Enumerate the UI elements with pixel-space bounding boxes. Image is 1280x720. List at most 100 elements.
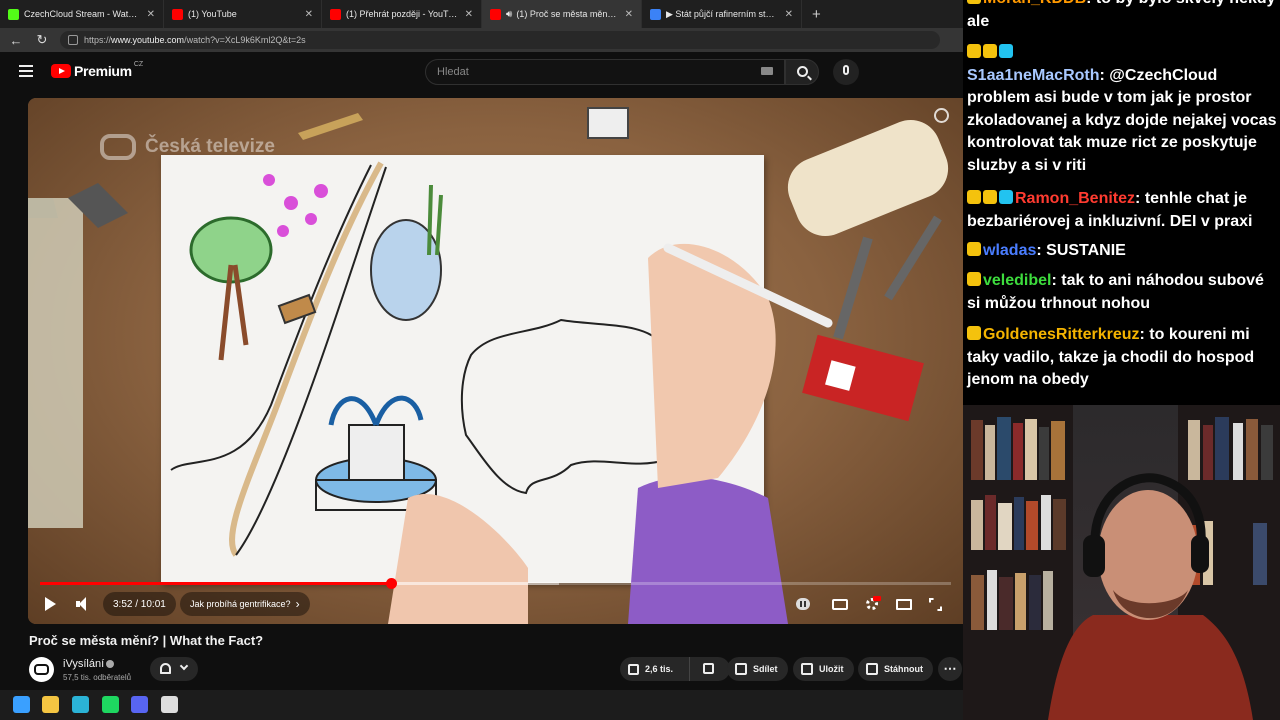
country-code: CZ [133, 60, 144, 68]
chapter-title: Jak probíhá gentrifikace? [190, 599, 291, 609]
tab-current-video[interactable]: 🔊︎ (1) Proč se města mění? | Wha ✕ [482, 0, 642, 28]
tab-close-icon[interactable]: ✕ [785, 9, 793, 20]
scrubber-handle[interactable] [385, 578, 397, 589]
tab-title: (1) Přehrát později - YouTube [346, 9, 459, 19]
tab-title: CzechCloud Stream - Watch Live o [24, 9, 141, 19]
search-button[interactable] [785, 59, 819, 85]
address-toolbar: ← ↻ https://www.youtube.com/watch?v=XcL9… [0, 28, 963, 52]
tab-title: (1) YouTube [188, 9, 237, 19]
video-player[interactable]: Česká televize 3:52 / 10:01 Jak probíhá … [28, 98, 963, 624]
edge-browser-icon[interactable] [72, 696, 89, 713]
chat-badge-icon [999, 44, 1013, 58]
more-actions-button[interactable]: ⋯ [938, 657, 962, 681]
bell-icon [160, 663, 171, 674]
youtube-premium-logo[interactable]: Premium CZ [51, 60, 144, 79]
chat-badge-icon [967, 326, 981, 340]
share-button[interactable]: Sdílet [727, 657, 788, 681]
chat-message: Moran_KDDB: to by bylo skvělý někdy ale [967, 0, 1277, 33]
verified-icon [106, 660, 114, 668]
badge-row [967, 42, 1277, 65]
tab-watch-later[interactable]: (1) Přehrát později - YouTube ✕ [322, 0, 482, 28]
tab-youtube[interactable]: (1) YouTube ✕ [164, 0, 322, 28]
like-count: 2,6 tis. [645, 664, 674, 674]
reload-icon[interactable]: ↻ [32, 32, 52, 48]
chat-username[interactable]: wladas [983, 242, 1036, 259]
tab-close-icon[interactable]: ✕ [305, 9, 313, 20]
chat-message: GoldenesRitterkreuz: to koureni mi taky … [967, 324, 1277, 392]
site-info-icon[interactable] [68, 35, 78, 45]
spotify-icon[interactable] [102, 696, 119, 713]
chat-username[interactable]: Ramon_Benitez [1015, 190, 1135, 207]
url-path: /watch?v=XcL9k6Kml2Q&t=2s [184, 35, 306, 45]
download-label: Stáhnout [884, 664, 923, 674]
stream-chat: Moran_KDDB: to by bylo skvělý někdy ale S… [963, 0, 1280, 405]
progress-bar[interactable] [40, 578, 951, 589]
chapter-button[interactable]: Jak probíhá gentrifikace? › [180, 592, 310, 616]
obs-icon[interactable] [161, 696, 178, 713]
chat-username[interactable]: GoldenesRitterkreuz [983, 326, 1139, 343]
download-icon [866, 663, 878, 675]
tab-news-article[interactable]: ▶ Stát půjčí rafinerním sto tisíc tun ✕ [642, 0, 802, 28]
logo-text: Premium [74, 63, 132, 79]
new-tab-button[interactable]: + [802, 6, 831, 23]
keyboard-icon[interactable] [761, 67, 773, 75]
url-scheme: https:// [84, 35, 112, 45]
chat-separator: : [1051, 272, 1062, 289]
chat-username[interactable]: veledibel [983, 272, 1051, 289]
webcam-feed [963, 405, 1280, 720]
discord-icon[interactable] [131, 696, 148, 713]
chat-username[interactable]: S1aa1neMacRoth [967, 67, 1100, 84]
hd-badge [873, 596, 881, 601]
bookmark-icon [801, 663, 813, 675]
video-title: Proč se města mění? | What the Fact? [29, 633, 264, 648]
tab-close-icon[interactable]: ✕ [465, 9, 473, 20]
share-label: Sdílet [753, 664, 778, 674]
chat-badge-icon [967, 272, 981, 286]
os-taskbar [0, 690, 963, 720]
chat-username[interactable]: Moran_KDDB [983, 0, 1086, 7]
audio-playing-icon[interactable]: 🔊︎ [506, 9, 512, 20]
kick-icon [8, 8, 19, 20]
save-label: Uložit [819, 664, 844, 674]
channel-name[interactable]: iVysílání [63, 658, 104, 670]
like-button[interactable]: 2,6 tis. [620, 657, 690, 681]
chevron-down-icon [179, 661, 189, 671]
back-icon[interactable]: ← [6, 33, 26, 48]
ceska-televize-logo [100, 134, 136, 160]
windows-start-icon[interactable] [13, 696, 30, 713]
tab-close-icon[interactable]: ✕ [147, 9, 155, 20]
file-explorer-icon[interactable] [42, 696, 59, 713]
player-controls: 3:52 / 10:01 Jak probíhá gentrifikace? › [28, 590, 963, 620]
time-display: 3:52 / 10:01 [103, 592, 176, 616]
info-icon[interactable] [934, 108, 949, 123]
desk-props [28, 107, 949, 624]
hamburger-menu-icon[interactable] [19, 65, 33, 77]
notifications-button[interactable] [150, 657, 198, 681]
tab-czechcloud[interactable]: CzechCloud Stream - Watch Live o ✕ [0, 0, 164, 28]
subtitles-icon[interactable] [831, 595, 849, 613]
chat-message: wladas: SUSTANIE [967, 240, 1277, 263]
channel-avatar[interactable] [29, 657, 54, 682]
search-icon [797, 66, 808, 77]
autoplay-toggle[interactable] [794, 595, 812, 613]
thumb-down-icon [703, 663, 714, 674]
play-button[interactable] [42, 596, 58, 612]
save-button[interactable]: Uložit [793, 657, 854, 681]
chat-separator: : [1099, 66, 1110, 84]
search-input[interactable]: Hledat [425, 59, 785, 85]
browser-window: CzechCloud Stream - Watch Live o ✕ (1) Y… [0, 0, 963, 720]
chat-separator: : [1086, 0, 1096, 7]
settings-gear-icon[interactable] [863, 595, 881, 613]
fullscreen-icon[interactable] [927, 595, 945, 613]
played-bar [40, 582, 391, 585]
youtube-icon [330, 8, 341, 20]
theater-mode-icon[interactable] [895, 595, 913, 613]
address-bar[interactable]: https://www.youtube.com/watch?v=XcL9k6Km… [60, 31, 940, 49]
chat-badge-icon [967, 242, 981, 256]
dislike-button[interactable] [690, 657, 730, 681]
voice-search-button[interactable] [833, 59, 859, 85]
youtube-icon [172, 8, 183, 20]
download-button[interactable]: Stáhnout [858, 657, 933, 681]
tab-close-icon[interactable]: ✕ [625, 9, 633, 20]
volume-icon[interactable] [74, 596, 92, 612]
